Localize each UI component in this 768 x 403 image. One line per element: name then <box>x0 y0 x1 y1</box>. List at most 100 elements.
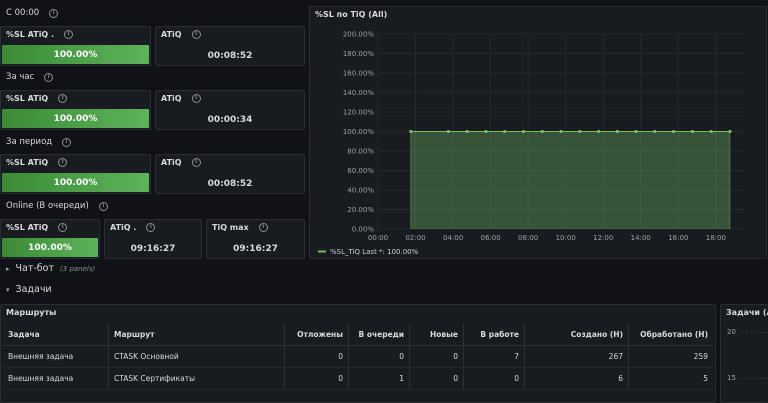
cell-new: 0 <box>409 345 464 368</box>
y-tick-label: 60.00% <box>347 167 374 175</box>
data-point <box>578 129 582 134</box>
col-header-in-queue[interactable]: В очереди <box>348 324 410 346</box>
data-point <box>672 129 676 134</box>
stat-panel-atiq[interactable]: ATiQ i 00:08:52 <box>155 154 305 194</box>
col-header-route[interactable]: Маршрут <box>108 324 285 346</box>
x-tick-label: 04:00 <box>443 234 463 242</box>
col-header-new[interactable]: Новые <box>409 324 464 346</box>
panel-title: %SL ATiQ i <box>6 158 68 167</box>
x-tick-label: 00:00 <box>368 234 388 242</box>
data-point <box>484 129 488 134</box>
panel-title: %SL ATiQ i <box>6 223 68 232</box>
panel-title: %SL ATiQ i <box>6 94 68 103</box>
col-header-deferred[interactable]: Отложены <box>284 324 349 346</box>
col-header-task[interactable]: Задача <box>3 324 109 346</box>
x-tick-label: 14:00 <box>631 234 651 242</box>
chevron-down-icon: ▾ <box>6 285 10 294</box>
data-point <box>653 129 657 134</box>
row-title-online: Online (В очереди) i <box>6 201 108 211</box>
y-tick-label: 180.00% <box>343 50 374 58</box>
info-icon[interactable]: i <box>191 30 201 39</box>
series-area <box>410 131 730 229</box>
data-point <box>465 129 469 134</box>
y-tick-label: 20.00% <box>347 206 374 214</box>
info-icon[interactable]: i <box>64 30 74 39</box>
data-point <box>446 129 450 134</box>
section-tasks[interactable]: ▾ Задачи <box>6 284 52 295</box>
info-icon[interactable]: i <box>58 94 68 103</box>
cell-processed: 259 <box>628 345 713 368</box>
cell-task: Внешняя задача <box>3 367 109 390</box>
chevron-right-icon: ▸ <box>6 264 10 273</box>
data-point <box>709 129 713 134</box>
x-tick-label: 02:00 <box>405 234 425 242</box>
col-header-created[interactable]: Создано (Н) <box>524 324 629 346</box>
info-icon[interactable]: i <box>49 8 59 18</box>
stat-value: 00:00:34 <box>207 115 253 125</box>
info-icon[interactable]: i <box>146 223 156 232</box>
cell-new: 0 <box>409 367 464 390</box>
x-tick-label: 12:00 <box>593 234 613 242</box>
y-tick-label: 40.00% <box>347 187 374 195</box>
info-icon[interactable]: i <box>191 94 201 103</box>
gauge-bar: 100.00% <box>2 173 149 192</box>
data-point <box>728 129 732 134</box>
info-icon[interactable]: i <box>58 158 68 167</box>
cell-in-queue: 0 <box>348 345 410 368</box>
panel-title: %SL ATiQ .i <box>6 30 74 39</box>
stat-panel-tiq-max[interactable]: TiQ max i 09:16:27 <box>206 219 305 259</box>
info-icon[interactable]: i <box>98 201 108 211</box>
stat-panel-sl-atiq[interactable]: %SL ATiQ .i 100.00% <box>0 26 151 66</box>
section-chatbot[interactable]: ▸ Чат-бот (3 panels) <box>6 263 95 274</box>
x-tick-label: 16:00 <box>668 234 688 242</box>
y-tick-label: 140.00% <box>343 89 374 97</box>
x-tick-label: 08:00 <box>518 234 538 242</box>
data-point <box>540 129 544 134</box>
cell-created: 6 <box>524 367 629 390</box>
table-header-row: Задача Маршрут Отложены В очереди Новые … <box>3 324 713 346</box>
legend-label: %SL_TiQ Last *: 100.00% <box>330 248 419 256</box>
cell-in-progress: 7 <box>463 345 525 368</box>
data-point <box>596 129 601 134</box>
x-tick-label: 06:00 <box>481 234 501 242</box>
chart-panel-sl-tiq[interactable]: %SL по TiQ (All) 0.00% 20.00% 40.00% 60.00%… <box>309 6 767 259</box>
y-tick-label: 100.00% <box>343 128 374 136</box>
stat-panel-atiq[interactable]: ATiQ i 00:00:34 <box>155 90 305 130</box>
info-icon[interactable]: i <box>191 158 201 167</box>
data-point <box>615 129 619 134</box>
routes-table: Задача Маршрут Отложены В очереди Новые … <box>3 324 713 390</box>
stat-panel-atiq[interactable]: ATiQ .i 09:16:27 <box>104 219 202 259</box>
table-row: Внешняя задача CTASK Основной 0 0 0 7 26… <box>3 345 713 368</box>
tasks-side-panel[interactable]: Задачи (All 20 15 <box>720 304 768 403</box>
y-tick-label: 200.00% <box>343 31 374 39</box>
chart-svg: 0.00% 20.00% 40.00% 60.00% 80.00% 100.00% 120.… <box>318 31 744 256</box>
info-icon[interactable]: i <box>44 72 54 82</box>
x-tick-label: 18:00 <box>706 234 726 242</box>
y-tick-label: 20 <box>727 328 736 336</box>
row-title-since-midnight: С 00:00 i <box>6 8 59 18</box>
col-header-processed[interactable]: Обработано (Н) <box>628 324 713 346</box>
y-tick-label: 15 <box>727 374 736 382</box>
data-point <box>634 129 638 134</box>
routes-table-panel[interactable]: Маршруты Задача Маршрут Отложены В очере… <box>0 304 716 403</box>
stat-panel-sl-atiq[interactable]: %SL ATiQ i 100.00% <box>0 90 151 130</box>
info-icon[interactable]: i <box>62 137 72 147</box>
cell-deferred: 0 <box>284 345 349 368</box>
cell-route: CTASK Основной <box>108 345 285 368</box>
info-icon[interactable]: i <box>258 223 268 232</box>
side-panel-title: Задачи (All <box>726 308 768 317</box>
col-header-in-progress[interactable]: В работе <box>463 324 525 346</box>
gauge-bar: 100.00% <box>2 45 149 64</box>
stat-panel-sl-atiq[interactable]: %SL ATiQ i 100.00% <box>0 154 151 194</box>
data-point <box>409 129 413 134</box>
cell-created: 267 <box>524 345 629 368</box>
data-point <box>559 129 563 134</box>
stat-panel-atiq[interactable]: ATiQ i 00:08:52 <box>155 26 305 66</box>
stat-value: 00:08:52 <box>207 51 253 61</box>
stat-panel-sl-atiq[interactable]: %SL ATiQ i 100.00% <box>0 219 100 259</box>
x-tick-label: 10:00 <box>556 234 576 242</box>
panel-title: ATiQ i <box>161 30 201 39</box>
stat-value: 09:16:27 <box>130 244 176 254</box>
info-icon[interactable]: i <box>58 223 68 232</box>
cell-in-queue: 1 <box>348 367 410 390</box>
